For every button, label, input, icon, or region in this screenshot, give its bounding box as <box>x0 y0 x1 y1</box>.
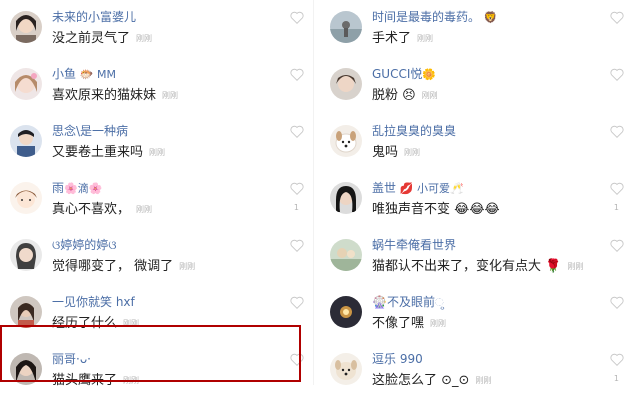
comment-text: 觉得哪变了， 微调了 刚刚 <box>52 259 196 274</box>
avatar[interactable] <box>10 11 42 43</box>
comment-time: 刚刚 <box>421 91 438 100</box>
comment-text: 没之前灵气了 刚刚 <box>52 31 153 46</box>
comment-text: 不像了嘿 刚刚 <box>372 316 447 331</box>
comment-author[interactable]: 乱拉臭臭的臭臭 <box>372 122 456 139</box>
like-heart-icon[interactable] <box>610 296 624 309</box>
comment-time: 刚刚 <box>430 319 447 328</box>
like-count: 1 <box>613 203 619 212</box>
comment-item[interactable]: 乱拉臭臭的臭臭 鬼吗 刚刚 <box>320 119 632 175</box>
comment-author[interactable]: 蜗牛牵俺看世界 <box>372 236 456 253</box>
comment-time: 刚刚 <box>404 148 421 157</box>
avatar[interactable] <box>330 296 362 328</box>
avatar[interactable] <box>10 296 42 328</box>
right-comment-column: 时间是最毒的毒药。 🦁 手术了 刚刚 GUCCI悦🌼 脱粉 😣 刚刚 乱拉臭臭的臭臭… <box>320 0 632 388</box>
comment-author[interactable]: 🎡不及眼前ୃ <box>372 293 444 310</box>
comment-item[interactable]: 雨🌸滴🌸 真心不喜欢， 刚刚 1 <box>0 176 312 232</box>
like-heart-icon[interactable] <box>610 11 624 24</box>
comment-text: 喜欢原来的猫妹妹 刚刚 <box>52 88 179 103</box>
comment-author[interactable]: 未来的小富婆儿 <box>52 8 136 25</box>
comment-time: 刚刚 <box>149 148 166 157</box>
comment-author[interactable]: ଓ婷婷的婷ଓ <box>52 236 117 253</box>
avatar[interactable] <box>330 239 362 271</box>
comment-text: 真心不喜欢， 刚刚 <box>52 202 153 217</box>
avatar[interactable] <box>330 125 362 157</box>
comment-text: 脱粉 😣 刚刚 <box>372 88 438 103</box>
like-heart-icon[interactable] <box>290 11 304 24</box>
comment-author[interactable]: 思念\是一种病 <box>52 122 128 139</box>
comment-item[interactable]: 时间是最毒的毒药。 🦁 手术了 刚刚 <box>320 5 632 61</box>
comment-text: 这脸怎么了 ⊙_⊙ 刚刚 <box>372 373 492 388</box>
avatar[interactable] <box>10 68 42 100</box>
comment-item[interactable]: 蜗牛牵俺看世界 猫都认不出来了，变化有点大 🌹 刚刚 <box>320 233 632 289</box>
comment-time: 刚刚 <box>567 262 584 271</box>
like-heart-icon[interactable] <box>290 68 304 81</box>
comment-author[interactable]: GUCCI悦🌼 <box>372 65 436 82</box>
comment-author[interactable]: 盖世 💋 小可爱🥂 <box>372 179 464 196</box>
like-count: 1 <box>293 203 299 212</box>
comment-item[interactable]: 逗乐 990 这脸怎么了 ⊙_⊙ 刚刚 1 <box>320 347 632 403</box>
comment-item[interactable]: ଓ婷婷的婷ଓ 觉得哪变了， 微调了 刚刚 <box>0 233 312 289</box>
comment-author[interactable]: 逗乐 990 <box>372 350 423 367</box>
avatar[interactable] <box>330 182 362 214</box>
like-heart-icon[interactable] <box>610 68 624 81</box>
like-heart-icon[interactable] <box>290 239 304 252</box>
comment-text: 又要卷土重来吗 刚刚 <box>52 145 166 160</box>
like-heart-icon[interactable] <box>610 125 624 138</box>
avatar[interactable] <box>330 353 362 385</box>
like-heart-icon[interactable] <box>610 239 624 252</box>
avatar[interactable] <box>10 125 42 157</box>
comment-author[interactable]: 雨🌸滴🌸 <box>52 179 102 196</box>
comment-text: 手术了 刚刚 <box>372 31 434 46</box>
comment-item[interactable]: 🎡不及眼前ୃ 不像了嘿 刚刚 <box>320 290 632 346</box>
like-heart-icon[interactable] <box>610 182 624 195</box>
highlight-box <box>0 325 301 382</box>
column-divider <box>313 0 314 385</box>
like-heart-icon[interactable] <box>610 353 624 366</box>
comment-item[interactable]: 未来的小富婆儿 没之前灵气了 刚刚 <box>0 5 312 61</box>
avatar[interactable] <box>10 182 42 214</box>
avatar[interactable] <box>330 68 362 100</box>
comment-time: 刚刚 <box>179 262 196 271</box>
comment-time: 刚刚 <box>136 205 153 214</box>
like-heart-icon[interactable] <box>290 182 304 195</box>
comment-text: 猫都认不出来了，变化有点大 🌹 刚刚 <box>372 259 584 274</box>
like-heart-icon[interactable] <box>290 125 304 138</box>
comment-author[interactable]: 时间是最毒的毒药。 🦁 <box>372 8 498 25</box>
comment-text: 唯独声音不变 😂😂😂 <box>372 202 500 217</box>
comment-author[interactable]: 一见你就笑 hxf <box>52 293 135 310</box>
comment-time: 刚刚 <box>136 34 153 43</box>
comment-time: 刚刚 <box>475 376 492 385</box>
comment-item[interactable]: 小鱼 🐡 MM 喜欢原来的猫妹妹 刚刚 <box>0 62 312 118</box>
like-count: 1 <box>613 374 619 383</box>
like-heart-icon[interactable] <box>290 296 304 309</box>
comment-item[interactable]: 思念\是一种病 又要卷土重来吗 刚刚 <box>0 119 312 175</box>
comment-author[interactable]: 小鱼 🐡 MM <box>52 65 116 82</box>
comment-text: 鬼吗 刚刚 <box>372 145 421 160</box>
comment-item[interactable]: GUCCI悦🌼 脱粉 😣 刚刚 <box>320 62 632 118</box>
comment-time: 刚刚 <box>162 91 179 100</box>
comment-item[interactable]: 盖世 💋 小可爱🥂 唯独声音不变 😂😂😂 1 <box>320 176 632 232</box>
comment-time: 刚刚 <box>417 34 434 43</box>
avatar[interactable] <box>10 239 42 271</box>
avatar[interactable] <box>330 11 362 43</box>
